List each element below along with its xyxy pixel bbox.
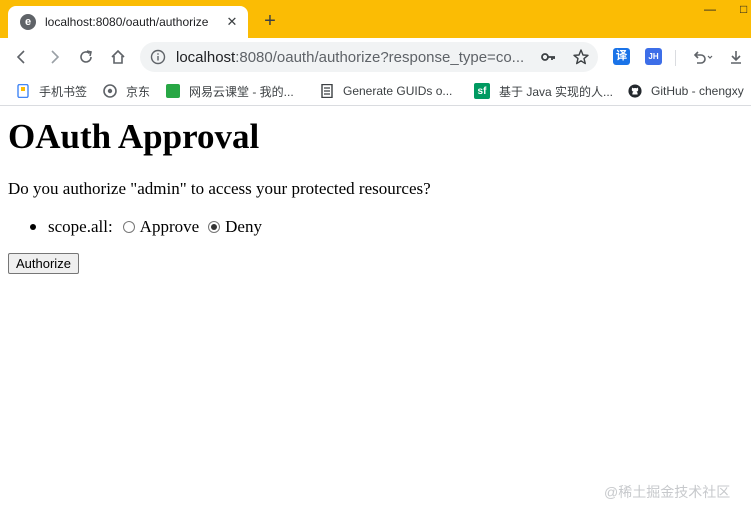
scope-label: scope.all:: [48, 217, 113, 236]
bookmark-item[interactable]: 网易云课堂 - 我的...: [166, 82, 294, 100]
info-icon[interactable]: [150, 49, 166, 65]
bookmark-label: 基于 Java 实现的人...: [499, 84, 614, 99]
document-icon: [320, 84, 334, 98]
page-content: OAuth Approval Do you authorize "admin" …: [0, 107, 751, 506]
github-icon: [628, 84, 642, 98]
star-icon[interactable]: [572, 48, 590, 66]
minimize-window-button[interactable]: —: [700, 2, 720, 18]
new-tab-icon[interactable]: +: [259, 10, 281, 32]
close-tab-icon[interactable]: ✕: [224, 14, 240, 30]
bookmark-item[interactable]: sf 基于 Java 实现的人...: [474, 82, 613, 100]
bookmark-item[interactable]: Generate GUIDs o...: [320, 82, 452, 100]
tab-strip: e localhost:8080/oauth/authorize ✕ + — □: [0, 0, 751, 38]
undo-dropdown-icon[interactable]: [690, 45, 716, 69]
jh-extension-icon[interactable]: JH: [645, 48, 662, 65]
sf-icon: sf: [474, 83, 490, 99]
back-icon[interactable]: [10, 45, 34, 69]
url-text: localhost:8080/oauth/authorize?response_…: [176, 49, 528, 66]
bookmark-item[interactable]: GitHub - chengxy: [628, 82, 744, 100]
authorize-button[interactable]: Authorize: [8, 253, 79, 274]
url-path: :8080/oauth/authorize?response_type=co..…: [235, 48, 525, 66]
browser-toolbar: localhost:8080/oauth/authorize?response_…: [0, 38, 751, 76]
e-icon: e: [20, 14, 36, 30]
bookmark-label: Generate GUIDs o...: [343, 84, 453, 98]
authorization-prompt: Do you authorize "admin" to access your …: [8, 179, 431, 198]
page-title: OAuth Approval: [8, 117, 260, 156]
approve-label[interactable]: Approve: [140, 217, 199, 237]
bookmarks-bar: 手机书签 京东 网易云课堂 - 我的... Generate GUIDs o..…: [0, 76, 751, 106]
phone-bookmark-icon: [16, 84, 30, 98]
deny-label[interactable]: Deny: [225, 217, 262, 237]
translate-extension-icon[interactable]: 译: [613, 48, 630, 65]
scope-list-item: scope.all: Approve Deny: [30, 217, 262, 237]
deny-radio[interactable]: [208, 221, 221, 233]
bookmark-label: 网易云课堂 - 我的...: [189, 84, 294, 99]
home-icon[interactable]: [106, 45, 130, 69]
forward-icon[interactable]: [42, 45, 66, 69]
maximize-window-button[interactable]: □: [740, 2, 751, 18]
bookmark-item[interactable]: 手机书签: [16, 82, 87, 100]
bookmark-label: 京东: [126, 84, 151, 99]
netease-icon: [166, 84, 180, 98]
toolbar-divider: [675, 50, 676, 66]
url-host: localhost: [176, 48, 236, 66]
watermark: @稀土掘金技术社区: [604, 484, 731, 500]
jd-icon: [103, 84, 117, 98]
address-bar[interactable]: localhost:8080/oauth/authorize?response_…: [140, 42, 598, 72]
browser-tab[interactable]: e localhost:8080/oauth/authorize ✕: [8, 6, 248, 38]
approve-radio[interactable]: [122, 221, 135, 233]
download-icon[interactable]: [724, 45, 748, 69]
bookmark-label: 手机书签: [39, 84, 88, 99]
list-bullet: [30, 224, 36, 230]
reload-icon[interactable]: [74, 45, 98, 69]
tab-title: localhost:8080/oauth/authorize: [45, 15, 209, 29]
key-icon[interactable]: [540, 49, 556, 65]
bookmark-label: GitHub - chengxy: [651, 84, 744, 98]
bookmark-item[interactable]: 京东: [103, 82, 150, 100]
